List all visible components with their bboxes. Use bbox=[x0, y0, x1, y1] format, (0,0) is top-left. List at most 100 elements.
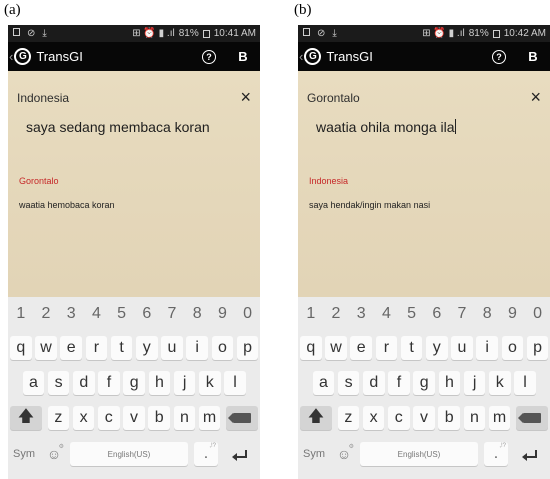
enter-key[interactable] bbox=[516, 442, 546, 466]
key-t[interactable]: t bbox=[110, 336, 133, 360]
key-c[interactable]: c bbox=[98, 406, 120, 430]
key-w[interactable]: w bbox=[35, 336, 57, 360]
back-icon[interactable]: ‹ bbox=[9, 49, 13, 64]
shift-key[interactable]: 🡅 bbox=[10, 406, 42, 430]
key-g[interactable]: g bbox=[413, 371, 435, 395]
help-icon[interactable]: ? bbox=[492, 49, 506, 64]
key-4[interactable]: 4 bbox=[86, 303, 108, 325]
period-key[interactable]: .,!? bbox=[194, 442, 218, 466]
key-e[interactable]: e bbox=[60, 336, 82, 360]
key-n[interactable]: n bbox=[463, 406, 486, 430]
key-g[interactable]: g bbox=[123, 371, 145, 395]
key-i[interactable]: i bbox=[186, 336, 208, 360]
key-q[interactable]: q bbox=[300, 336, 322, 360]
backspace-key[interactable] bbox=[516, 406, 548, 430]
key-7[interactable]: 7 bbox=[161, 303, 183, 325]
key-j[interactable]: j bbox=[463, 371, 486, 395]
key-e[interactable]: e bbox=[350, 336, 372, 360]
key-z[interactable]: z bbox=[337, 406, 360, 430]
key-a[interactable]: a bbox=[22, 371, 45, 395]
key-6[interactable]: 6 bbox=[136, 303, 158, 325]
app-logo-icon[interactable]: G bbox=[14, 48, 32, 65]
key-v[interactable]: v bbox=[413, 406, 435, 430]
emoji-key[interactable]: ☺ ⚙ bbox=[332, 442, 356, 466]
key-y[interactable]: y bbox=[426, 336, 448, 360]
key-0[interactable]: 0 bbox=[237, 303, 259, 325]
key-3[interactable]: 3 bbox=[350, 303, 372, 325]
key-z[interactable]: z bbox=[47, 406, 70, 430]
emoji-key[interactable]: ☺ ⚙ bbox=[42, 442, 66, 466]
back-icon[interactable]: ‹ bbox=[299, 49, 303, 64]
space-key[interactable]: English(US) bbox=[360, 442, 478, 466]
key-y[interactable]: y bbox=[136, 336, 158, 360]
key-f[interactable]: f bbox=[388, 371, 410, 395]
key-p[interactable]: p bbox=[236, 336, 259, 360]
source-language-selector[interactable]: Indonesia bbox=[17, 91, 69, 105]
enter-key[interactable] bbox=[226, 442, 256, 466]
key-c[interactable]: c bbox=[388, 406, 410, 430]
key-5[interactable]: 5 bbox=[111, 303, 133, 325]
key-m[interactable]: m bbox=[198, 406, 221, 430]
source-text-input[interactable]: saya sedang membaca koran bbox=[26, 119, 210, 135]
key-9[interactable]: 9 bbox=[502, 303, 524, 325]
key-h[interactable]: h bbox=[438, 371, 461, 395]
key-8[interactable]: 8 bbox=[186, 303, 208, 325]
help-icon[interactable]: ? bbox=[202, 49, 216, 64]
key-u[interactable]: u bbox=[451, 336, 473, 360]
key-1[interactable]: 1 bbox=[300, 303, 322, 325]
key-3[interactable]: 3 bbox=[60, 303, 82, 325]
key-v[interactable]: v bbox=[123, 406, 145, 430]
key-m[interactable]: m bbox=[488, 406, 511, 430]
sym-key[interactable]: Sym bbox=[300, 442, 328, 466]
key-x[interactable]: x bbox=[362, 406, 385, 430]
app-logo-icon[interactable]: G bbox=[304, 48, 322, 65]
shift-key[interactable]: 🡅 bbox=[300, 406, 332, 430]
key-s[interactable]: s bbox=[337, 371, 360, 395]
key-o[interactable]: o bbox=[211, 336, 234, 360]
key-d[interactable]: d bbox=[363, 371, 385, 395]
backspace-key[interactable] bbox=[226, 406, 258, 430]
space-key[interactable]: English(US) bbox=[70, 442, 188, 466]
key-l[interactable]: l bbox=[514, 371, 536, 395]
key-2[interactable]: 2 bbox=[35, 303, 57, 325]
sym-key[interactable]: Sym bbox=[10, 442, 38, 466]
key-k[interactable]: k bbox=[199, 371, 221, 395]
key-1[interactable]: 1 bbox=[10, 303, 32, 325]
source-language-selector[interactable]: Gorontalo bbox=[307, 91, 360, 105]
key-k[interactable]: k bbox=[489, 371, 511, 395]
close-icon[interactable]: × bbox=[240, 87, 251, 108]
key-q[interactable]: q bbox=[10, 336, 32, 360]
key-l[interactable]: l bbox=[224, 371, 246, 395]
key-b[interactable]: b bbox=[148, 406, 170, 430]
key-6[interactable]: 6 bbox=[426, 303, 448, 325]
period-key[interactable]: .,!? bbox=[484, 442, 508, 466]
key-t[interactable]: t bbox=[400, 336, 423, 360]
key-o[interactable]: o bbox=[501, 336, 524, 360]
key-2[interactable]: 2 bbox=[325, 303, 347, 325]
key-a[interactable]: a bbox=[312, 371, 335, 395]
key-p[interactable]: p bbox=[526, 336, 549, 360]
key-x[interactable]: x bbox=[72, 406, 95, 430]
key-f[interactable]: f bbox=[98, 371, 120, 395]
key-w[interactable]: w bbox=[325, 336, 347, 360]
key-s[interactable]: s bbox=[47, 371, 70, 395]
close-icon[interactable]: × bbox=[530, 87, 541, 108]
key-b[interactable]: b bbox=[438, 406, 460, 430]
key-5[interactable]: 5 bbox=[401, 303, 423, 325]
key-j[interactable]: j bbox=[173, 371, 196, 395]
key-r[interactable]: r bbox=[85, 336, 108, 360]
key-0[interactable]: 0 bbox=[527, 303, 549, 325]
key-4[interactable]: 4 bbox=[376, 303, 398, 325]
profile-button[interactable]: B bbox=[526, 49, 540, 64]
key-h[interactable]: h bbox=[148, 371, 171, 395]
profile-button[interactable]: B bbox=[236, 49, 250, 64]
key-u[interactable]: u bbox=[161, 336, 183, 360]
key-n[interactable]: n bbox=[173, 406, 196, 430]
key-8[interactable]: 8 bbox=[476, 303, 498, 325]
key-r[interactable]: r bbox=[375, 336, 398, 360]
key-d[interactable]: d bbox=[73, 371, 95, 395]
source-text-input[interactable]: waatia ohila monga ila bbox=[316, 119, 456, 135]
key-9[interactable]: 9 bbox=[212, 303, 234, 325]
key-7[interactable]: 7 bbox=[451, 303, 473, 325]
key-i[interactable]: i bbox=[476, 336, 498, 360]
